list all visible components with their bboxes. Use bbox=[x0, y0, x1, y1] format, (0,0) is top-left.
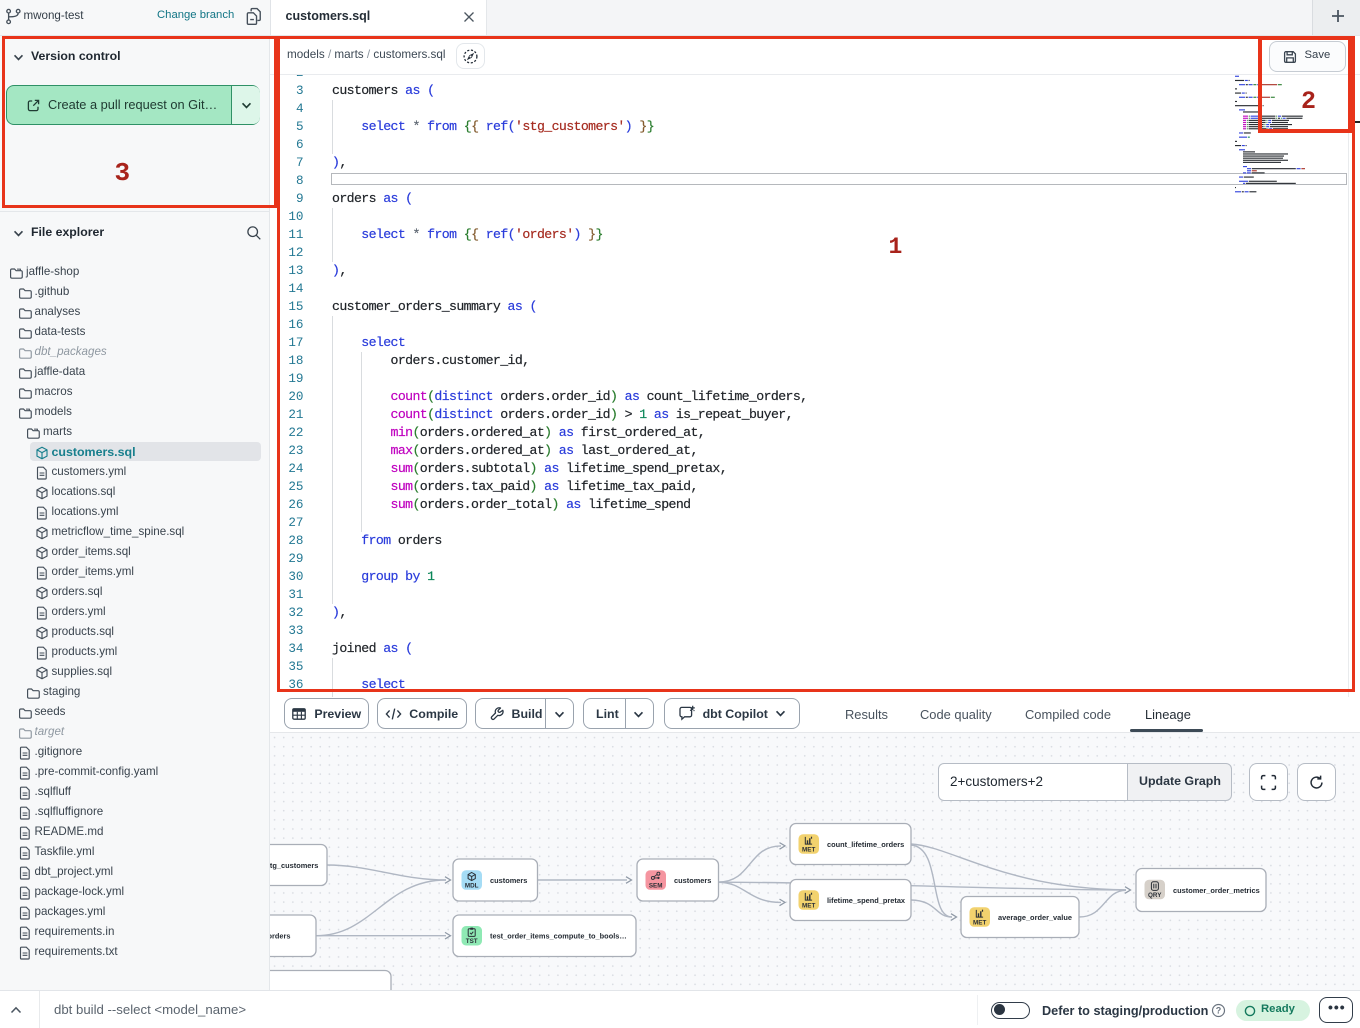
svg-text:customer_order_metrics: customer_order_metrics bbox=[1173, 885, 1260, 894]
svg-text:TST: TST bbox=[466, 938, 478, 945]
svg-text:test_order_items_compute_to_bo: test_order_items_compute_to_bools… bbox=[490, 931, 627, 940]
svg-text:QRY: QRY bbox=[1148, 891, 1162, 898]
svg-text:lifetime_spend_pretax: lifetime_spend_pretax bbox=[827, 895, 906, 904]
svg-text:?: ? bbox=[1216, 1006, 1222, 1016]
svg-text:customers: customers bbox=[490, 875, 527, 884]
svg-text:MET: MET bbox=[973, 919, 986, 926]
svg-text:count_lifetime_orders: count_lifetime_orders bbox=[827, 839, 904, 848]
svg-text:MDL: MDL bbox=[465, 882, 479, 889]
svg-text:stg_customers: stg_customers bbox=[270, 860, 318, 869]
svg-text:average_order_value: average_order_value bbox=[998, 912, 1072, 921]
svg-text:MET: MET bbox=[802, 902, 815, 909]
svg-text:orders: orders bbox=[270, 931, 291, 940]
svg-text:SEM: SEM bbox=[649, 882, 663, 889]
svg-text:customers: customers bbox=[674, 875, 711, 884]
svg-text:MET: MET bbox=[802, 846, 815, 853]
